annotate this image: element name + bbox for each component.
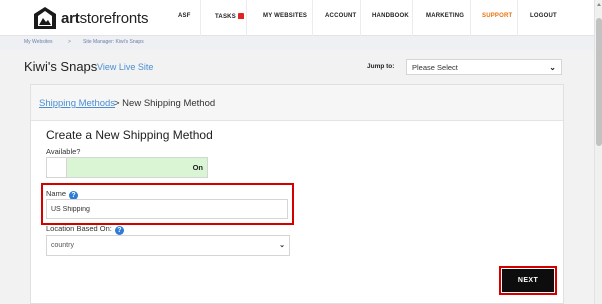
card-header: Shipping Methods > New Shipping Method xyxy=(31,85,563,121)
page-title: Kiwi's Snaps xyxy=(24,59,98,74)
scroll-thumb[interactable] xyxy=(596,18,602,146)
nav-divider xyxy=(412,0,413,36)
nav-divider xyxy=(200,0,201,36)
breadcrumb-my-websites[interactable]: My Websites xyxy=(24,39,53,45)
nav-handbook[interactable]: HANDBOOK xyxy=(372,13,409,19)
brand-logo[interactable]: artstorefronts xyxy=(33,6,148,30)
nav-account[interactable]: ACCOUNT xyxy=(325,13,356,19)
nav-divider xyxy=(246,0,247,36)
bell-icon xyxy=(237,13,244,19)
top-navigation: artstorefronts ASF TASKS MY WEBSITES ACC… xyxy=(0,0,594,36)
view-live-site-link[interactable]: View Live Site xyxy=(97,62,153,72)
breadcrumb: My Websites > Site Manager: Kiwi's Snaps xyxy=(0,36,594,50)
breadcrumb-site-manager[interactable]: Site Manager: Kiwi's Snaps xyxy=(83,39,144,45)
next-button[interactable]: NEXT xyxy=(502,269,554,292)
jump-to-label: Jump to: xyxy=(367,63,395,70)
nav-my-websites[interactable]: MY WEBSITES xyxy=(263,13,307,19)
form-title: Create a New Shipping Method xyxy=(46,128,213,142)
breadcrumb-separator: > xyxy=(68,39,71,45)
name-input[interactable] xyxy=(46,199,288,219)
scroll-up-arrow-icon[interactable] xyxy=(597,3,601,6)
jump-to-value: Please Select xyxy=(412,63,458,72)
nav-divider xyxy=(312,0,313,36)
nav-divider xyxy=(517,0,518,36)
frame-logo-icon xyxy=(34,7,56,29)
toggle-state: On xyxy=(192,163,203,172)
nav-divider xyxy=(470,0,471,36)
nav-divider xyxy=(360,0,361,36)
nav-tasks[interactable]: TASKS xyxy=(215,13,244,20)
nav-logout[interactable]: LOGOUT xyxy=(530,13,557,19)
nav-asf[interactable]: ASF xyxy=(178,13,191,19)
available-toggle[interactable]: On xyxy=(46,157,208,178)
location-value: country xyxy=(51,242,74,249)
location-based-on-select[interactable]: country ⌄ xyxy=(46,235,290,256)
nav-marketing[interactable]: MARKETING xyxy=(426,13,464,19)
card-header-title: > New Shipping Method xyxy=(114,98,216,109)
toggle-knob[interactable] xyxy=(47,158,67,177)
nav-support[interactable]: SUPPORT xyxy=(482,13,512,19)
chevron-down-icon: ⌄ xyxy=(279,242,285,249)
chevron-down-icon: ⌄ xyxy=(549,63,556,72)
brand-name: artstorefronts xyxy=(61,9,149,27)
question-circle-icon[interactable]: ? xyxy=(114,226,124,235)
toggle-on-area: On xyxy=(67,158,207,177)
location-based-on-label: Location Based On:? xyxy=(46,224,124,235)
available-label: Available? xyxy=(46,147,81,156)
page-scrollbar[interactable] xyxy=(594,0,602,304)
jump-to-select[interactable]: Please Select ⌄ xyxy=(406,59,562,75)
shipping-methods-link[interactable]: Shipping Methods xyxy=(39,98,115,109)
